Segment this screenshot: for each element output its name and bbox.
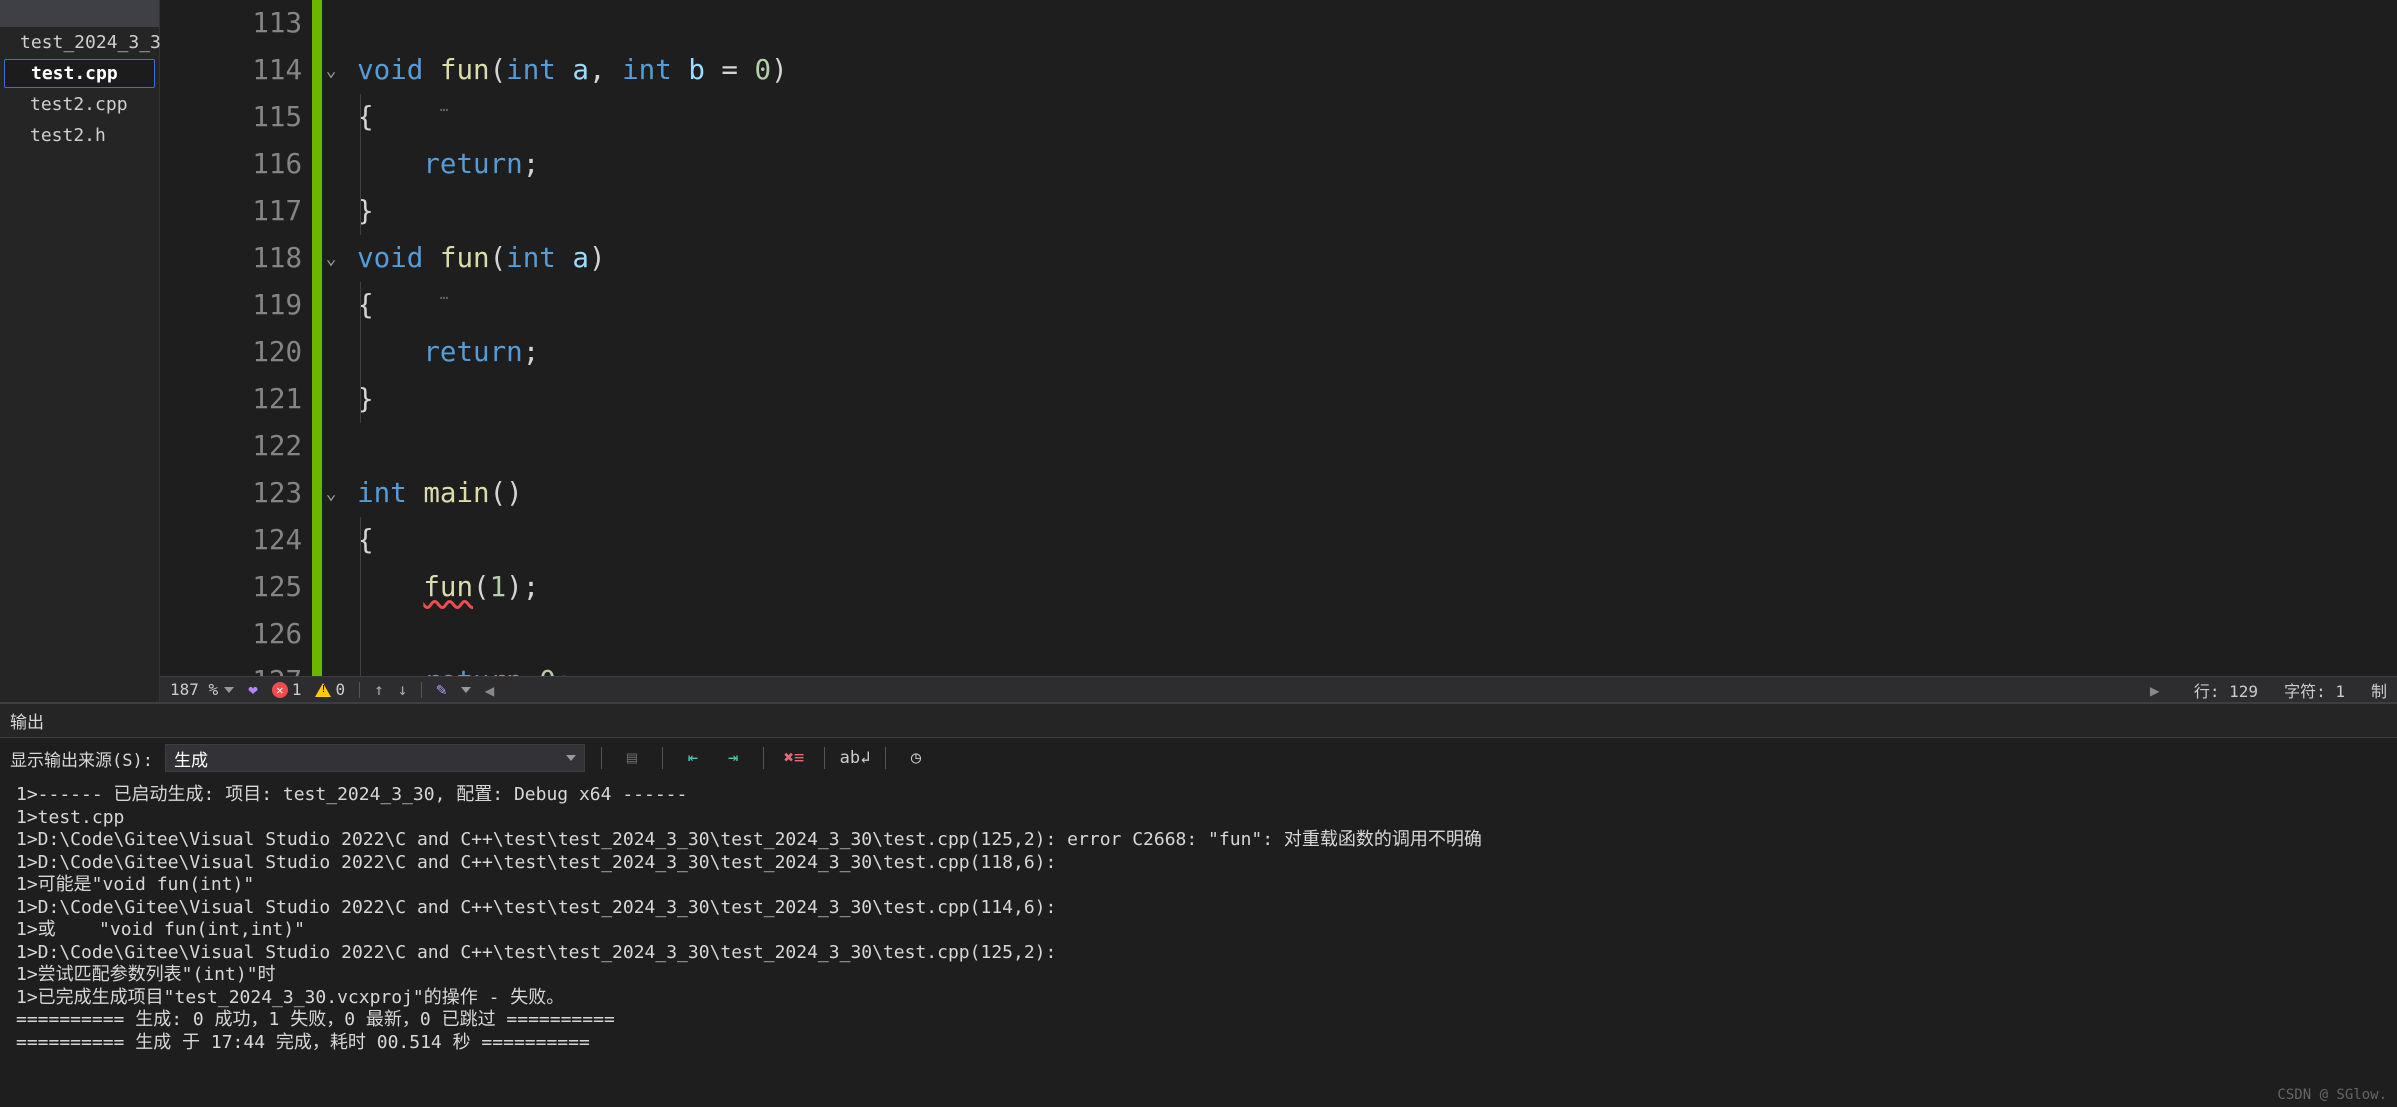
code-editor[interactable]: 1131141151161171181191201211221231241251…	[160, 0, 2397, 676]
separator	[601, 747, 602, 769]
code-line[interactable]: {	[324, 282, 2397, 329]
editor-gutter	[160, 0, 238, 676]
separator	[662, 747, 663, 769]
code-line[interactable]: ⌄ void fun…(int a, int b = 0)	[324, 47, 2397, 94]
chevron-down-icon[interactable]	[461, 687, 471, 693]
change-indicator	[312, 0, 322, 676]
sidebar-folder[interactable]: test_2024_3_30	[0, 27, 159, 58]
next-message-icon[interactable]: ⇥	[719, 746, 747, 770]
output-toolbar: 显示输出来源(S): 生成 ▤ ⇤ ⇥ ✖≡ ab↲ ◷	[0, 738, 2397, 778]
sidebar-file-test2-h[interactable]: test2.h	[0, 120, 159, 151]
warning-icon	[315, 683, 331, 697]
code-line[interactable]: ⌄ void fun…(int a)	[324, 235, 2397, 282]
line-number: 121	[238, 376, 302, 423]
code-line[interactable]: return;	[324, 141, 2397, 188]
separator	[421, 682, 422, 698]
tab-indicator: 制	[2371, 678, 2387, 702]
line-number: 116	[238, 141, 302, 188]
watermark: CSDN @ SGlow.	[2277, 1087, 2387, 1103]
nav-down-icon[interactable]: ↓	[398, 680, 408, 699]
code-line[interactable]	[324, 0, 2397, 47]
line-number: 123	[238, 470, 302, 517]
fold-icon[interactable]: ⌄	[322, 484, 340, 502]
code-line[interactable]: return;	[324, 329, 2397, 376]
separator	[359, 682, 360, 698]
output-source-label: 显示输出来源(S):	[10, 746, 153, 771]
prev-message-icon[interactable]: ⇤	[679, 746, 707, 770]
line-number: 117	[238, 188, 302, 235]
fold-icon[interactable]: ⌄	[322, 61, 340, 79]
fold-icon[interactable]: ⌄	[322, 249, 340, 267]
clear-all-icon[interactable]: ✖≡	[780, 746, 808, 770]
line-number: 127	[238, 658, 302, 676]
separator	[763, 747, 764, 769]
line-number: 125	[238, 564, 302, 611]
code-line[interactable]: }	[324, 188, 2397, 235]
line-indicator: 行: 129	[2194, 678, 2258, 702]
chevron-down-icon	[224, 687, 234, 693]
sidebar-header	[0, 0, 159, 27]
output-title: 输出	[0, 704, 2397, 738]
line-number: 126	[238, 611, 302, 658]
line-number: 118	[238, 235, 302, 282]
solution-explorer: test_2024_3_30 test.cpp test2.cpp test2.…	[0, 0, 160, 702]
line-number: 122	[238, 423, 302, 470]
line-number: 120	[238, 329, 302, 376]
code-line[interactable]: }	[324, 376, 2397, 423]
word-wrap-icon[interactable]: ab↲	[841, 746, 869, 770]
line-number: 115	[238, 94, 302, 141]
code-line[interactable]: {	[324, 94, 2397, 141]
sidebar-file-test2-cpp[interactable]: test2.cpp	[0, 89, 159, 120]
scroll-left-icon[interactable]: ◀	[485, 681, 503, 699]
brush-icon[interactable]: ✎	[436, 680, 446, 700]
output-panel: 输出 显示输出来源(S): 生成 ▤ ⇤ ⇥ ✖≡ ab↲ ◷ 1>------…	[0, 702, 2397, 1107]
char-indicator: 字符: 1	[2284, 678, 2345, 702]
zoom-selector[interactable]: 187 %	[170, 680, 234, 699]
code-line[interactable]: ⌄ int main()	[324, 470, 2397, 517]
output-text[interactable]: 1>------ 已启动生成: 项目: test_2024_3_30, 配置: …	[0, 778, 2397, 1107]
output-source-select[interactable]: 生成	[165, 744, 585, 772]
code-line[interactable]: {	[324, 517, 2397, 564]
editor-wrap: 1131141151161171181191201211221231241251…	[160, 0, 2397, 702]
code-line[interactable]: return 0;	[324, 658, 2397, 676]
scroll-right-icon[interactable]: ▶	[2150, 681, 2168, 699]
separator	[824, 747, 825, 769]
line-number: 113	[238, 0, 302, 47]
error-count[interactable]: ✕ 1	[272, 680, 302, 699]
timestamp-icon[interactable]: ◷	[902, 746, 930, 770]
separator	[885, 747, 886, 769]
code-line[interactable]	[324, 423, 2397, 470]
code-content[interactable]: ⌄ void fun…(int a, int b = 0) { return; …	[322, 0, 2397, 676]
warning-count[interactable]: 0	[315, 680, 345, 699]
editor-status-bar: 187 % ❤ ✕ 1 0 ↑ ↓ ✎	[160, 676, 2397, 702]
find-icon[interactable]: ▤	[618, 746, 646, 770]
code-line[interactable]	[324, 611, 2397, 658]
health-icon[interactable]: ❤	[248, 680, 258, 699]
line-number: 114	[238, 47, 302, 94]
line-number: 124	[238, 517, 302, 564]
line-number: 119	[238, 282, 302, 329]
sidebar-file-test-cpp[interactable]: test.cpp	[4, 59, 155, 88]
line-numbers: 1131141151161171181191201211221231241251…	[238, 0, 312, 676]
chevron-down-icon	[566, 755, 576, 761]
zoom-value: 187 %	[170, 680, 218, 699]
nav-up-icon[interactable]: ↑	[374, 680, 384, 699]
code-line[interactable]: fun(1);	[324, 564, 2397, 611]
error-icon: ✕	[272, 682, 288, 698]
